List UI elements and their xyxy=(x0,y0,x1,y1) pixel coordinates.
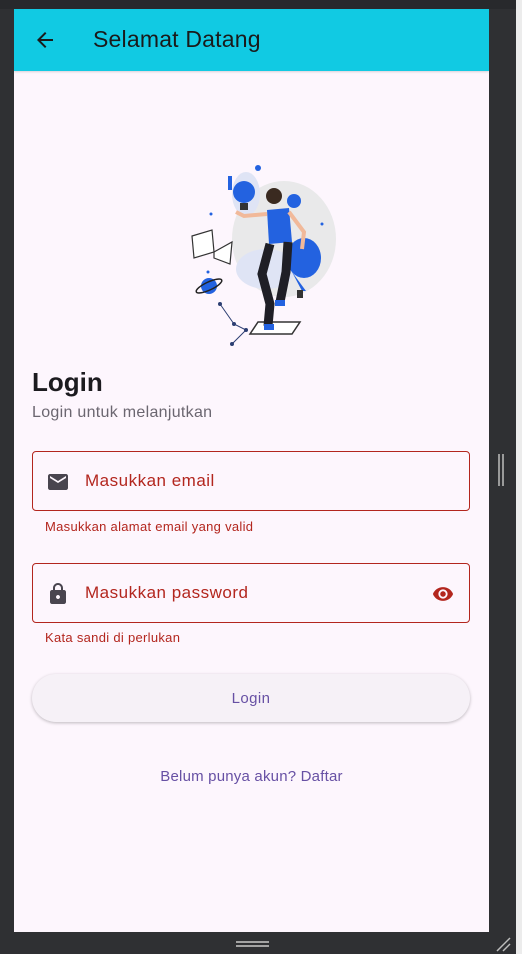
register-link[interactable]: Belum punya akun? Daftar xyxy=(14,768,489,785)
window-top-border xyxy=(0,0,522,9)
page-subtitle: Login untuk melanjutkan xyxy=(32,404,213,421)
password-field[interactable]: Masukkan password xyxy=(32,563,470,623)
email-field[interactable]: Masukkan email xyxy=(32,451,470,511)
email-icon xyxy=(48,474,68,490)
window-right-edge xyxy=(516,0,522,954)
app-bar-title: Selamat Datang xyxy=(93,26,261,52)
eye-icon[interactable] xyxy=(429,583,457,605)
app-bar: Selamat Datang xyxy=(14,9,489,71)
lock-icon xyxy=(50,583,66,604)
password-placeholder: Masukkan password xyxy=(85,583,249,602)
login-button[interactable]: Login xyxy=(32,674,470,722)
email-error-text: Masukkan alamat email yang valid xyxy=(45,519,254,534)
arrow-back-icon[interactable] xyxy=(32,28,58,52)
password-error-text: Kata sandi di perlukan xyxy=(45,630,181,645)
app-screen: Selamat Datang Login Login untuk melanju… xyxy=(14,9,489,932)
vertical-resize-handle[interactable] xyxy=(498,454,504,486)
corner-resize-icon[interactable] xyxy=(495,936,511,952)
page-title: Login xyxy=(32,367,103,397)
horizontal-resize-handle[interactable] xyxy=(236,941,269,947)
login-illustration xyxy=(191,165,336,346)
email-placeholder: Masukkan email xyxy=(85,471,215,490)
